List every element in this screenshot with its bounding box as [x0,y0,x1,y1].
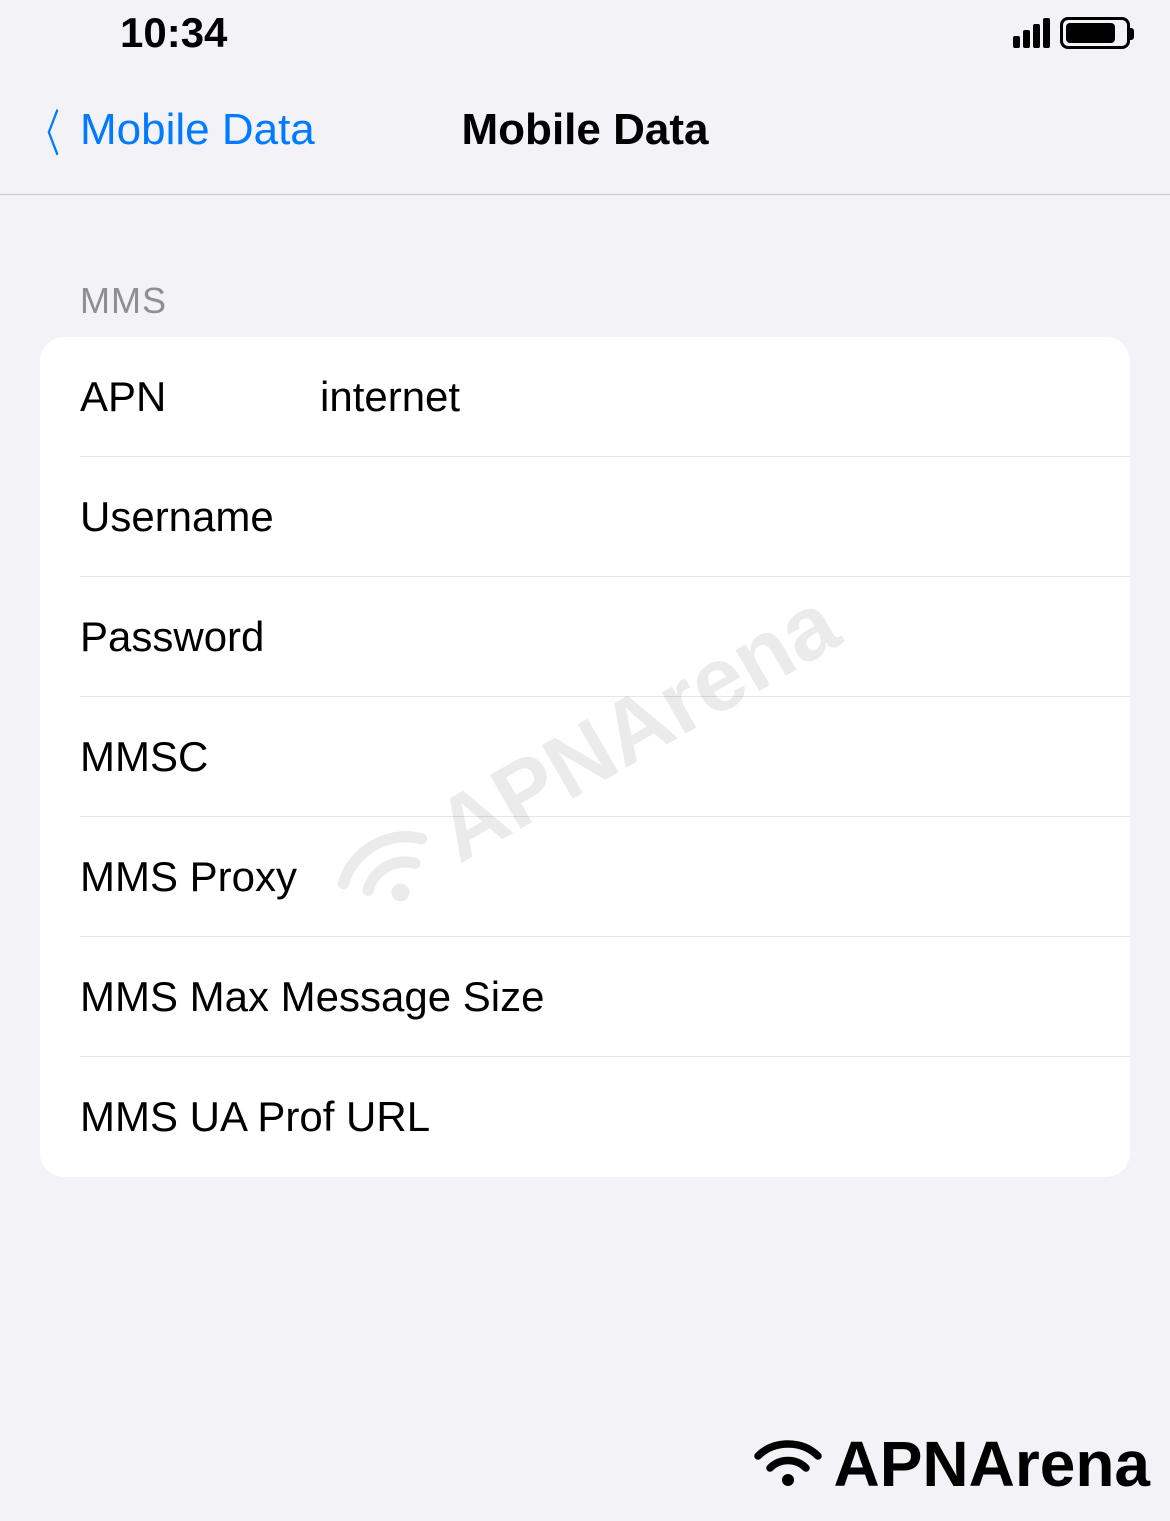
section-header-mms: MMS [40,195,1130,337]
apn-value: internet [320,373,1090,421]
username-label: Username [80,493,320,541]
status-time: 10:34 [120,9,227,57]
back-label: Mobile Data [80,105,315,155]
settings-group: APNArena APN internet Username Password … [40,337,1130,1177]
navigation-bar: 〈 Mobile Data Mobile Data [0,65,1170,195]
row-mms-max-size[interactable]: MMS Max Message Size [80,937,1130,1057]
row-mms-proxy[interactable]: MMS Proxy [80,817,1130,937]
password-label: Password [80,613,320,661]
chevron-left-icon: 〈 [30,94,60,166]
footer-text: APNArena [833,1427,1150,1501]
status-icons [1013,17,1130,49]
back-button[interactable]: 〈 Mobile Data [20,94,315,166]
mmsc-label: MMSC [80,733,320,781]
row-mmsc[interactable]: MMSC [80,697,1130,817]
battery-icon [1060,17,1130,49]
apn-label: APN [80,373,320,421]
row-username[interactable]: Username [80,457,1130,577]
row-apn[interactable]: APN internet [80,337,1130,457]
wifi-icon [748,1426,828,1501]
row-mms-ua-prof[interactable]: MMS UA Prof URL [40,1057,1130,1177]
footer-logo: APNArena [748,1426,1150,1501]
mms-proxy-label: MMS Proxy [80,853,320,901]
content: MMS APNArena APN internet Username Passw… [0,195,1170,1177]
mms-ua-prof-label: MMS UA Prof URL [80,1093,430,1141]
signal-icon [1013,18,1050,48]
row-password[interactable]: Password [80,577,1130,697]
status-bar: 10:34 [0,0,1170,65]
mms-max-size-label: MMS Max Message Size [80,973,544,1021]
